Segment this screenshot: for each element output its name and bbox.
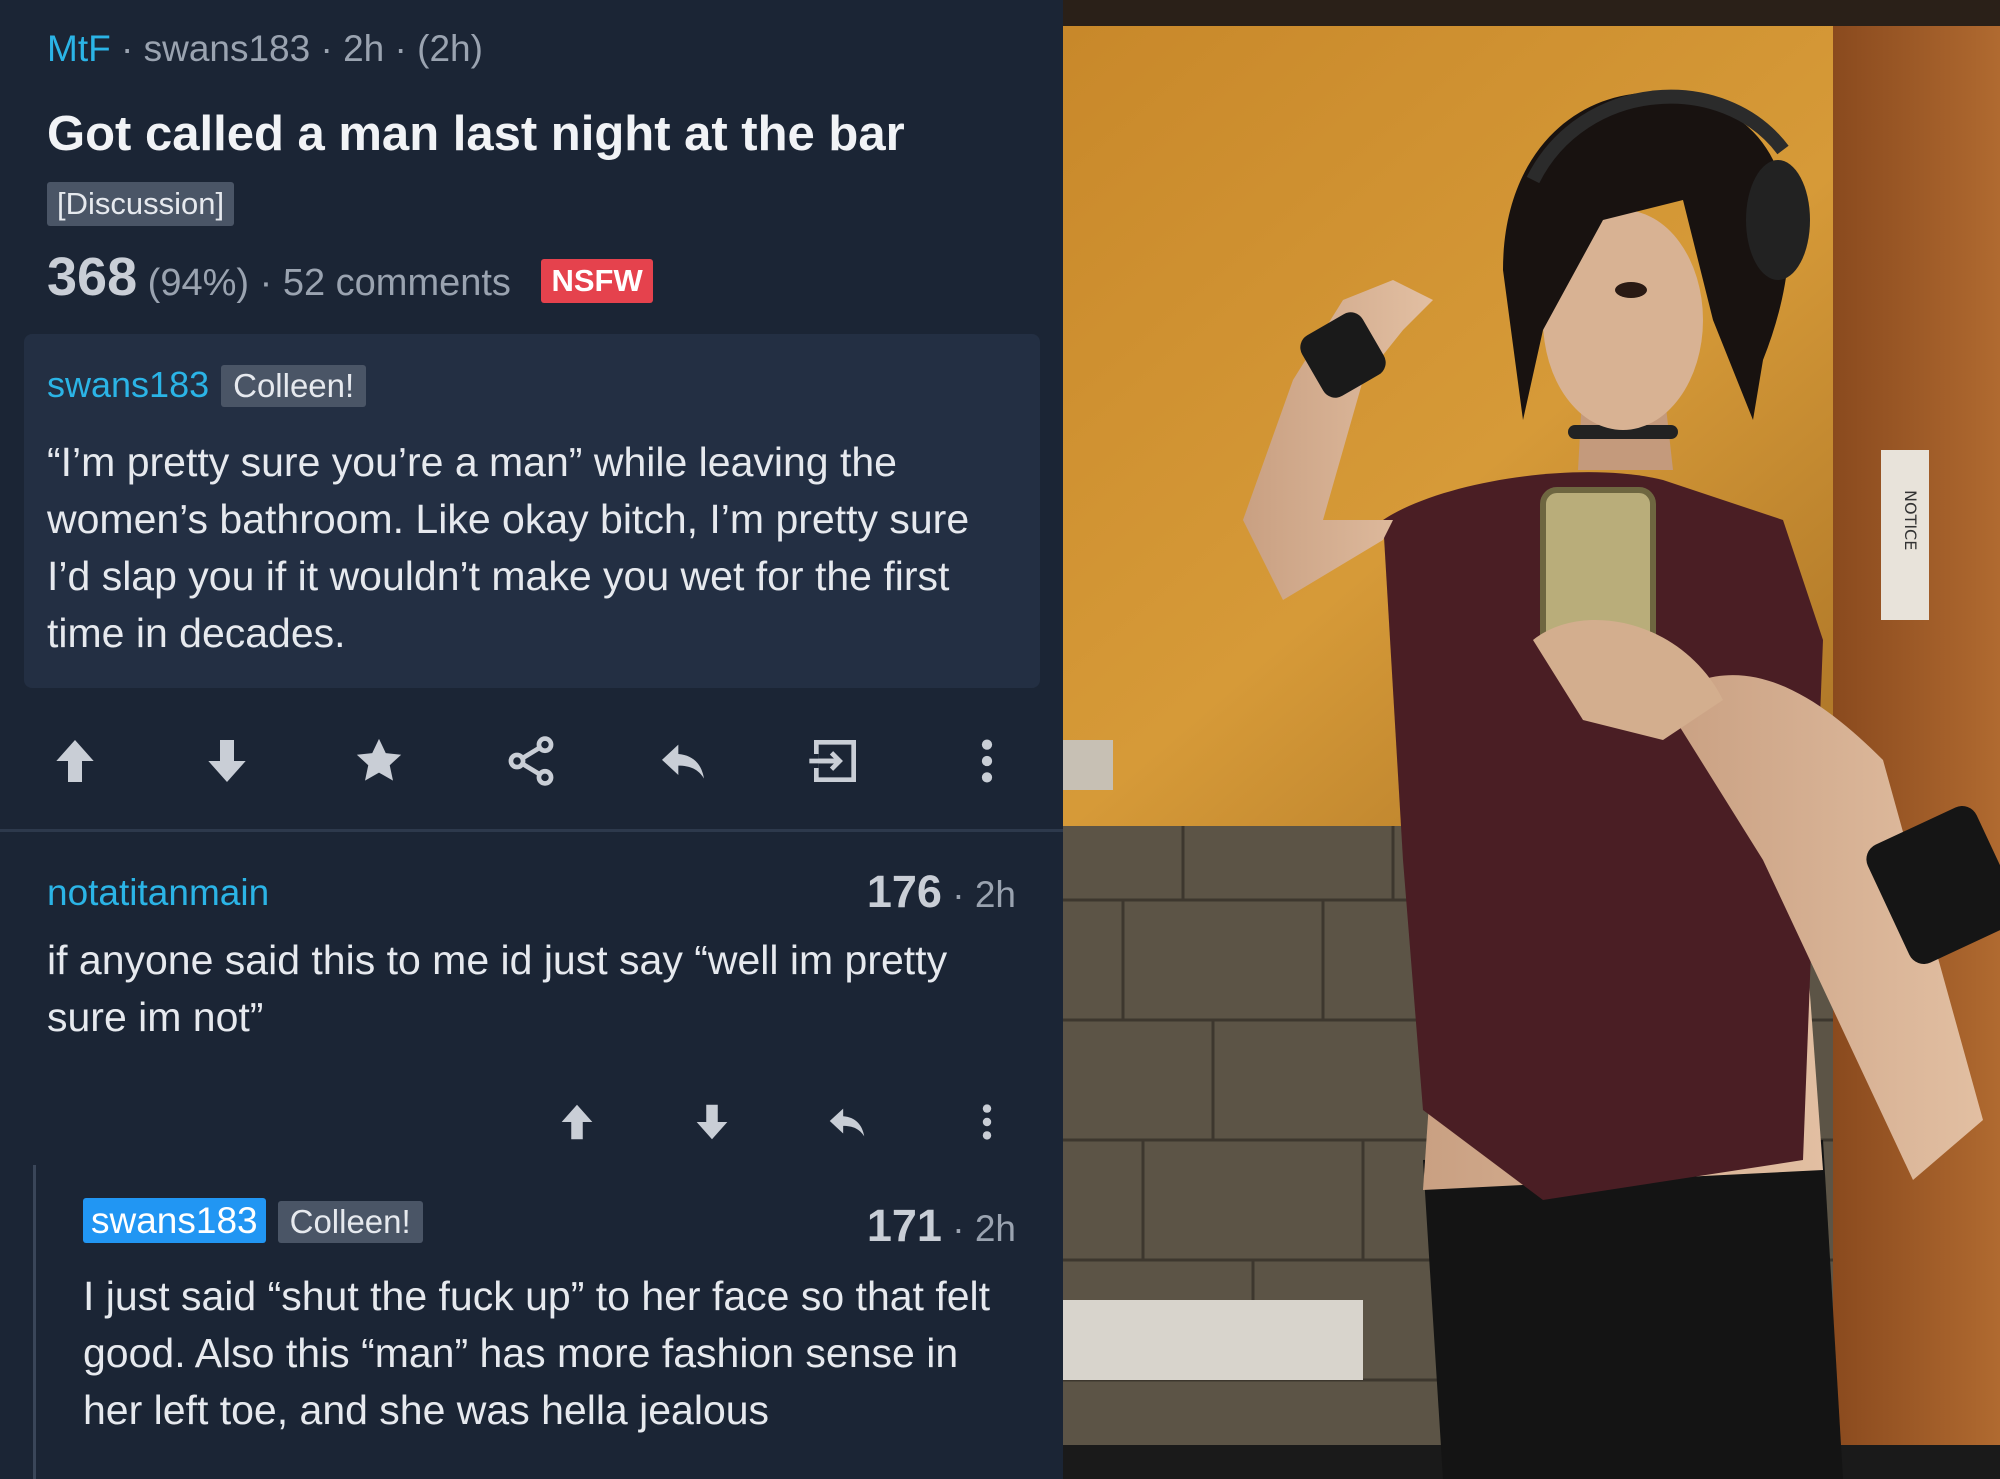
post-age: 2h [343,28,385,69]
comment-author-line: swans183 Colleen! [83,1198,423,1243]
share-button[interactable] [496,726,566,796]
star-icon [356,738,402,781]
comment-score-time: 171 · 2h [866,1200,1016,1251]
user-flair: Colleen! [277,1201,423,1243]
comment-age: 2h [974,874,1016,915]
user-flair: Colleen! [221,365,367,407]
upvote-button[interactable] [40,726,110,796]
subreddit-link[interactable]: MtF [47,28,111,69]
reddit-thread-panel: MtF · swans183 · 2h · (2h) Got called a … [0,0,1063,1479]
selftext-author-line: swans183 Colleen! [47,364,367,407]
reply-icon [829,1108,865,1137]
divider [0,829,1063,832]
reply-icon [662,744,704,779]
downvote-icon [208,740,246,782]
open-button[interactable] [800,726,870,796]
downvote-icon [696,1104,728,1140]
reply-button[interactable] [648,726,718,796]
comment-action-bar [0,1086,1063,1156]
comment-reply-button[interactable] [817,1092,877,1152]
downvote-button[interactable] [192,726,262,796]
comment-downvote-button[interactable] [682,1092,742,1152]
post-score-line: 368 (94%) · 52 comments NSFW [47,246,653,308]
comment-body: if anyone said this to me id just say “w… [47,937,948,1040]
upvote-icon [56,740,94,782]
post-flair: [Discussion] [47,182,235,226]
more-icon [982,1104,992,1140]
comment-author[interactable]: notatitanmain [47,872,269,914]
comment-more-button[interactable] [957,1092,1017,1152]
comment-upvote-button[interactable] [547,1092,607,1152]
post-author[interactable]: swans183 [144,28,311,69]
save-button[interactable] [344,726,414,796]
post-title[interactable]: Got called a man last night at the bar [47,106,905,162]
upvote-ratio: (94%) [147,262,250,304]
selftext-author[interactable]: swans183 [47,364,209,405]
post-edited-age: (2h) [417,28,483,69]
comment-count[interactable]: 52 comments [283,262,511,304]
post-action-bar [0,720,1063,800]
post-selftext-card: swans183 Colleen! “I’m pretty sure you’re… [24,334,1040,688]
comment-body: I just said “shut the fuck up” to her fa… [83,1273,991,1433]
notice-sign-text: NOTICE [1901,490,1920,550]
thread-line [33,1165,36,1479]
comment-age: 2h [974,1208,1016,1249]
comment-score-time: 176 · 2h [866,866,1016,917]
upvote-icon [561,1104,593,1140]
nsfw-badge: NSFW [541,258,653,303]
more-button[interactable] [952,726,1022,796]
post-image[interactable]: NOTICE [1063,0,2000,1479]
comment-score: 176 [866,866,942,917]
share-icon [508,736,554,786]
post-score: 368 [47,247,138,307]
post-meta: MtF · swans183 · 2h · (2h) [47,28,483,69]
more-icon [981,739,993,783]
post-selftext: “I’m pretty sure you’re a man” while lea… [47,439,970,656]
comment-author-op[interactable]: swans183 [83,1198,266,1243]
open-icon [809,740,856,782]
comment-score: 171 [866,1200,942,1251]
mirror-selfie-photo: NOTICE [1063,0,2000,1479]
